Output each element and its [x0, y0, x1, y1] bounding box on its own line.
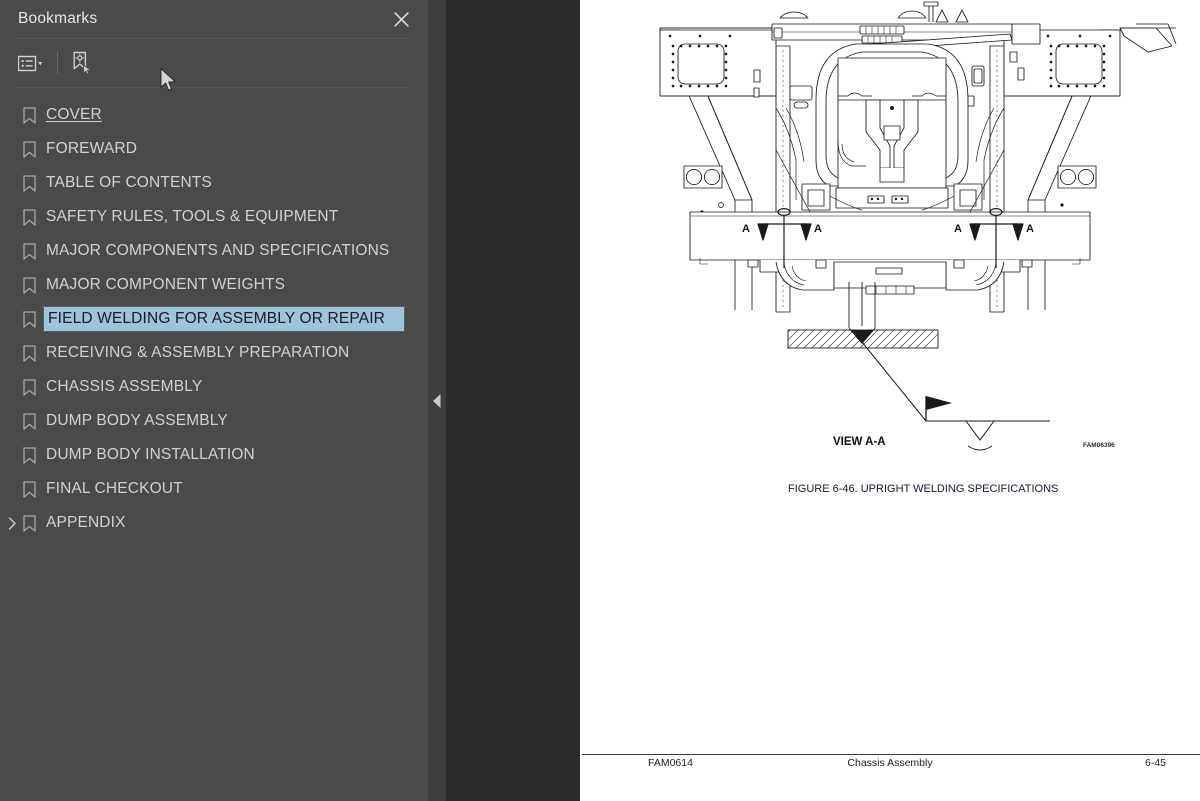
section-mark-label: A [954, 223, 962, 235]
bookmark-label: FIELD WELDING FOR ASSEMBLY OR REPAIR [43, 306, 405, 332]
section-mark-label: A [814, 223, 822, 235]
bookmark-label: RECEIVING & ASSEMBLY PREPARATION [46, 344, 350, 361]
footer-section-title: Chassis Assembly [847, 757, 933, 769]
bookmark-item[interactable]: FIELD WELDING FOR ASSEMBLY OR REPAIR [0, 302, 428, 336]
panel-splitter[interactable] [428, 0, 446, 801]
bookmark-icon [18, 344, 40, 362]
panel-title: Bookmarks [18, 10, 98, 27]
section-mark-label: A [1026, 223, 1034, 235]
bookmark-label: APPENDIX [46, 514, 126, 531]
footer-divider [582, 754, 1200, 755]
bookmark-icon [18, 208, 40, 226]
bookmark-icon [18, 310, 40, 328]
bookmark-icon [18, 106, 40, 124]
bookmarks-panel-header: Bookmarks [0, 0, 428, 38]
bookmark-item[interactable]: RECEIVING & ASSEMBLY PREPARATION [0, 336, 428, 370]
bookmark-item[interactable]: MAJOR COMPONENT WEIGHTS [0, 268, 428, 302]
bookmark-label: MAJOR COMPONENT WEIGHTS [46, 276, 286, 293]
footer-page-number: 6-45 [1144, 757, 1166, 769]
bookmark-icon [18, 174, 40, 192]
bookmark-icon [18, 276, 40, 294]
bookmark-item[interactable]: APPENDIX [0, 506, 428, 540]
bookmark-icon [18, 514, 40, 532]
weld-symbol-detail [787, 282, 1050, 451]
document-page: A A A A VIEW A-A FAM06396 FIGURE 6-46. U… [580, 0, 1200, 801]
bookmark-item[interactable]: TABLE OF CONTENTS [0, 166, 428, 200]
bookmark-item[interactable]: FOREWARD [0, 132, 428, 166]
bookmark-label: FINAL CHECKOUT [46, 480, 183, 497]
bookmark-label: SAFETY RULES, TOOLS & EQUIPMENT [46, 208, 339, 225]
bookmark-list: COVER FOREWARD TABLE OF CONTENTS SAFETY RUL… [0, 88, 428, 540]
chassis-front-view-drawing [659, 1, 1177, 313]
bookmarks-panel: Bookmarks COVER FOREWARD TABLE OF CONTEN… [0, 0, 428, 801]
bookmark-icon [18, 480, 40, 498]
bookmark-label: FOREWARD [46, 140, 138, 157]
bookmark-item[interactable]: CHASSIS ASSEMBLY [0, 370, 428, 404]
bookmark-item[interactable]: FINAL CHECKOUT [0, 472, 428, 506]
bookmark-icon [18, 242, 40, 260]
bookmark-icon [18, 446, 40, 464]
bookmarks-toolbar [0, 39, 428, 87]
close-icon[interactable] [388, 6, 414, 32]
bookmark-icon [18, 140, 40, 158]
bookmark-label: DUMP BODY ASSEMBLY [46, 412, 228, 429]
bookmark-label: COVER [46, 106, 102, 123]
new-bookmark-icon[interactable] [70, 48, 94, 78]
view-label: VIEW A-A [833, 436, 886, 448]
bookmark-label: CHASSIS ASSEMBLY [46, 378, 203, 395]
page-footer: FAM0614 Chassis Assembly 6-45 [580, 741, 1200, 801]
bookmark-item[interactable]: SAFETY RULES, TOOLS & EQUIPMENT [0, 200, 428, 234]
bookmark-label: DUMP BODY INSTALLATION [46, 446, 255, 463]
figure-area: A A A A VIEW A-A FAM06396 FIGURE 6-46. U… [580, 0, 1200, 660]
toolbar-divider [57, 52, 58, 74]
bookmark-item[interactable]: COVER [0, 98, 428, 132]
bookmark-item[interactable]: DUMP BODY ASSEMBLY [0, 404, 428, 438]
bookmark-icon [18, 378, 40, 396]
list-options-icon[interactable] [18, 48, 45, 78]
chevron-down-icon [38, 61, 43, 65]
bookmark-item[interactable]: DUMP BODY INSTALLATION [0, 438, 428, 472]
pdf-reader-window: Bookmarks COVER FOREWARD TABLE OF CONTEN… [0, 0, 1200, 801]
bookmark-label: MAJOR COMPONENTS AND SPECIFICATIONS [46, 242, 390, 259]
drawing-code: FAM06396 [1083, 442, 1115, 449]
section-mark-label: A [742, 223, 750, 235]
bookmark-icon [18, 412, 40, 430]
bookmark-item[interactable]: MAJOR COMPONENTS AND SPECIFICATIONS [0, 234, 428, 268]
document-viewer[interactable]: A A A A VIEW A-A FAM06396 FIGURE 6-46. U… [446, 0, 1200, 801]
triangle-left-icon[interactable] [428, 387, 446, 415]
figure-caption: FIGURE 6-46. UPRIGHT WELDING SPECIFICATI… [788, 483, 1058, 495]
bookmark-label: TABLE OF CONTENTS [46, 174, 212, 191]
